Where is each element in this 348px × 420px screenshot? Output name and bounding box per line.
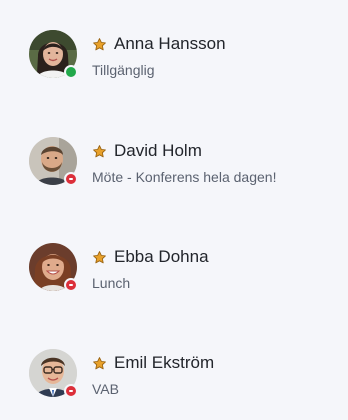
- contact-row-ebba-dohna[interactable]: Ebba Dohna Lunch: [0, 239, 348, 299]
- presence-busy-indicator: [64, 172, 78, 186]
- contact-status-text: Lunch: [92, 275, 131, 291]
- contact-row-anna-hansson[interactable]: Anna Hansson Tillgänglig: [0, 26, 348, 86]
- favorite-star-icon[interactable]: [92, 144, 107, 159]
- contact-row-emil-ekstrom[interactable]: Emil Ekström VAB: [0, 345, 348, 405]
- contact-name: David Holm: [114, 141, 202, 160]
- contact-status-text: Tillgänglig: [92, 62, 155, 78]
- avatar-container: [29, 243, 78, 292]
- contact-row-david-holm[interactable]: David Holm Möte - Konferens hela dagen!: [0, 133, 348, 193]
- contact-status-text: Möte - Konferens hela dagen!: [92, 169, 277, 185]
- presence-busy-indicator: [64, 278, 78, 292]
- presence-busy-indicator: [64, 384, 78, 398]
- favorite-star-icon[interactable]: [92, 356, 107, 371]
- presence-available-indicator: [64, 65, 78, 79]
- contact-status-text: VAB: [92, 381, 119, 397]
- avatar-container: [29, 349, 78, 398]
- favorite-star-icon[interactable]: [92, 37, 107, 52]
- contact-name: Anna Hansson: [114, 34, 226, 53]
- contact-name: Emil Ekström: [114, 353, 215, 372]
- avatar-container: [29, 30, 78, 79]
- avatar-container: [29, 137, 78, 186]
- favorite-star-icon[interactable]: [92, 250, 107, 265]
- contact-list: Anna Hansson Tillgänglig David Holm Möte…: [0, 0, 348, 420]
- contact-name: Ebba Dohna: [114, 247, 209, 266]
